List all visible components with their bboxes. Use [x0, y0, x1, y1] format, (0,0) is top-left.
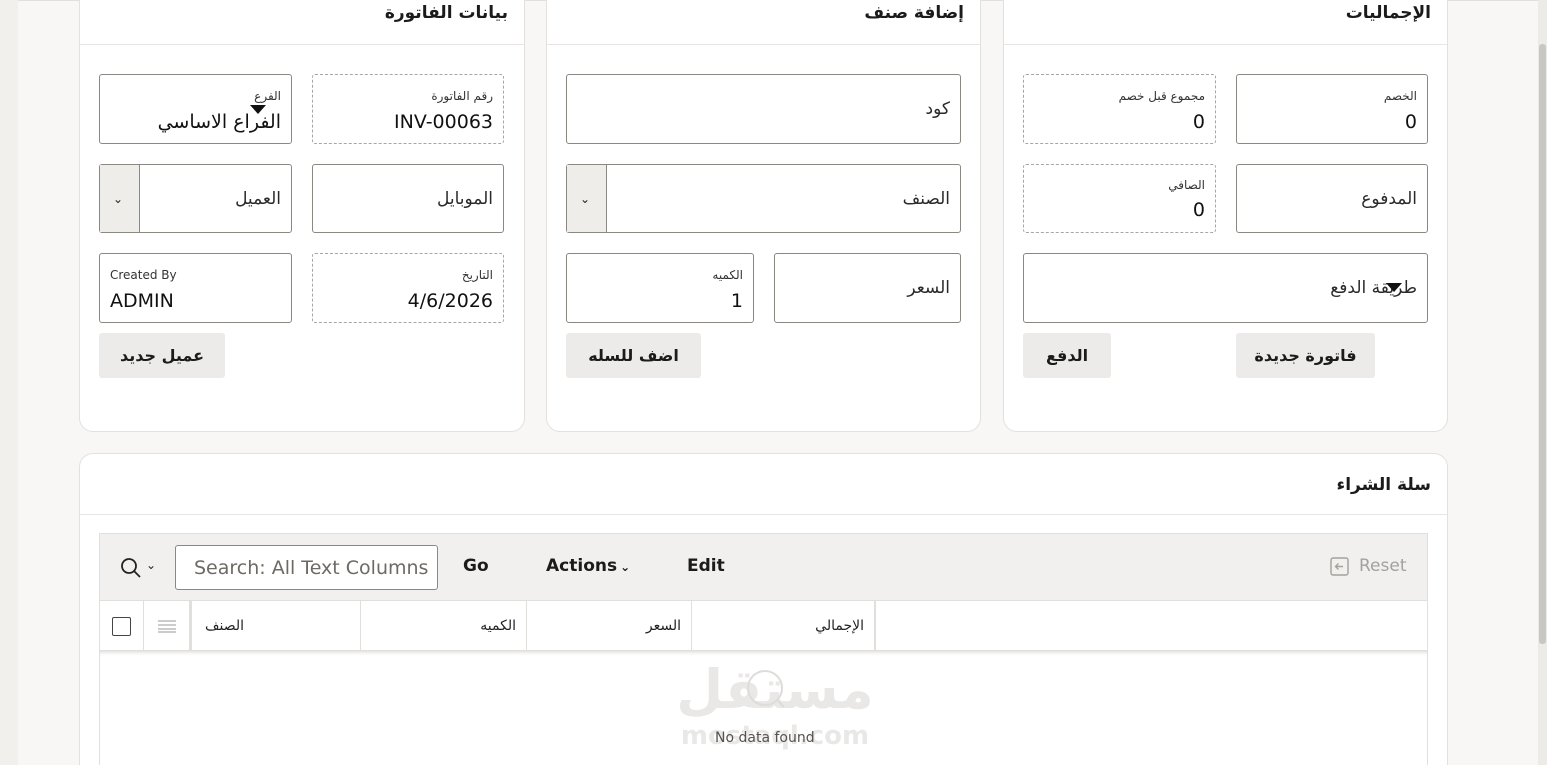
customer-placeholder: العميل — [235, 188, 281, 209]
branch-value: الفراع الاساسي — [157, 111, 281, 133]
cart-card-title: سلة الشراء — [1336, 475, 1432, 495]
column-header-price[interactable]: السعر — [527, 601, 692, 651]
add-item-card-title: إضافة صنف — [864, 3, 964, 23]
subtotal-label: مجموع قبل خصم — [1118, 89, 1205, 103]
item-dropdown-button[interactable]: ⌄ — [567, 165, 607, 232]
actions-menu-button[interactable]: Actions ⌄ — [546, 556, 630, 576]
reset-icon — [1330, 556, 1349, 576]
chevron-down-icon[interactable]: ⌄ — [146, 558, 156, 572]
svg-text:مستقل: مستقل — [680, 658, 870, 721]
created-by-label: Created By — [110, 268, 177, 282]
branch-label: الفرع — [254, 89, 281, 103]
scrollbar[interactable] — [1538, 0, 1547, 765]
invoice-number-field: رقم الفاتورة INV-00063 — [312, 74, 504, 144]
paid-field[interactable]: المدفوع — [1236, 164, 1428, 233]
caret-down-icon[interactable] — [1386, 283, 1402, 292]
search-input[interactable]: Search: All Text Columns — [175, 545, 438, 590]
column-header-quantity[interactable]: الكميه — [361, 601, 527, 651]
subtotal-field: مجموع قبل خصم 0 — [1023, 74, 1216, 144]
invoice-number-value: INV-00063 — [394, 111, 493, 133]
price-field[interactable]: السعر — [774, 253, 961, 323]
cart-card-header: سلة الشراء — [80, 454, 1447, 515]
go-button[interactable]: Go — [463, 556, 489, 576]
customer-dropdown-button[interactable]: ⌄ — [100, 165, 140, 232]
reset-label: Reset — [1359, 556, 1407, 576]
add-item-card-header: إضافة صنف — [547, 0, 980, 45]
scrollbar-thumb[interactable] — [1539, 44, 1546, 644]
created-by-field: Created By ADMIN — [99, 253, 292, 323]
customer-select[interactable]: العميل ⌄ — [99, 164, 292, 233]
menu-lines-icon — [157, 620, 176, 633]
date-label: التاريخ — [461, 268, 493, 282]
code-placeholder: كود — [925, 99, 950, 119]
add-to-cart-button[interactable]: اضف للسله — [566, 333, 701, 378]
payment-method-select[interactable]: طريقة الدفع — [1023, 253, 1428, 323]
branch-select[interactable]: الفرع الفراع الاساسي — [99, 74, 292, 144]
left-edge — [0, 0, 18, 765]
quantity-value: 1 — [730, 290, 743, 312]
chevron-down-icon: ⌄ — [620, 560, 631, 574]
reset-button[interactable]: Reset — [1330, 556, 1407, 576]
totals-card-header: الإجماليات — [1004, 0, 1447, 45]
pay-button[interactable]: الدفع — [1023, 333, 1111, 378]
subtotal-value: 0 — [1192, 111, 1205, 133]
quantity-label: الكميه — [712, 268, 743, 282]
discount-value: 0 — [1404, 111, 1417, 133]
row-actions-header — [144, 601, 192, 651]
net-label: الصافي — [1168, 178, 1205, 192]
price-placeholder: السعر — [907, 278, 950, 298]
paid-placeholder: المدفوع — [1361, 188, 1417, 209]
actions-label: Actions — [546, 556, 618, 576]
discount-label: الخصم — [1383, 89, 1417, 103]
no-data-message: No data found — [715, 730, 815, 746]
select-all-cell — [100, 601, 144, 651]
net-field: الصافي 0 — [1023, 164, 1216, 233]
mobile-placeholder: الموبايل — [436, 188, 493, 209]
discount-field[interactable]: الخصم 0 — [1236, 74, 1428, 144]
item-select[interactable]: الصنف ⌄ — [566, 164, 961, 233]
payment-method-placeholder: طريقة الدفع — [1330, 278, 1417, 298]
new-customer-button[interactable]: عميل جديد — [99, 333, 225, 378]
grid-header: الصنف الكميه السعر الإجمالي — [99, 601, 1428, 651]
date-value: 4/6/2026 — [407, 290, 493, 312]
chevron-down-icon: ⌄ — [113, 191, 124, 206]
totals-card-title: الإجماليات — [1345, 3, 1431, 23]
date-field: التاريخ 4/6/2026 — [312, 253, 504, 323]
invoice-card-header: بيانات الفاتورة — [80, 0, 524, 45]
caret-down-icon[interactable] — [250, 105, 266, 114]
item-placeholder: الصنف — [902, 188, 950, 209]
net-value: 0 — [1192, 199, 1205, 221]
column-header-item[interactable]: الصنف — [195, 601, 361, 651]
created-by-value: ADMIN — [110, 290, 174, 312]
code-field[interactable]: كود — [566, 74, 961, 144]
new-invoice-button[interactable]: فاتورة جديدة — [1236, 333, 1375, 378]
invoice-card-title: بيانات الفاتورة — [384, 3, 508, 23]
quantity-field[interactable]: الكميه 1 — [566, 253, 754, 323]
invoice-number-label: رقم الفاتورة — [431, 89, 493, 103]
select-all-checkbox[interactable] — [112, 616, 131, 636]
mobile-field[interactable]: الموبايل — [312, 164, 504, 233]
edit-button[interactable]: Edit — [687, 556, 725, 576]
chevron-down-icon: ⌄ — [580, 191, 591, 206]
search-icon[interactable] — [120, 557, 142, 579]
column-header-total[interactable]: الإجمالي — [692, 601, 876, 651]
